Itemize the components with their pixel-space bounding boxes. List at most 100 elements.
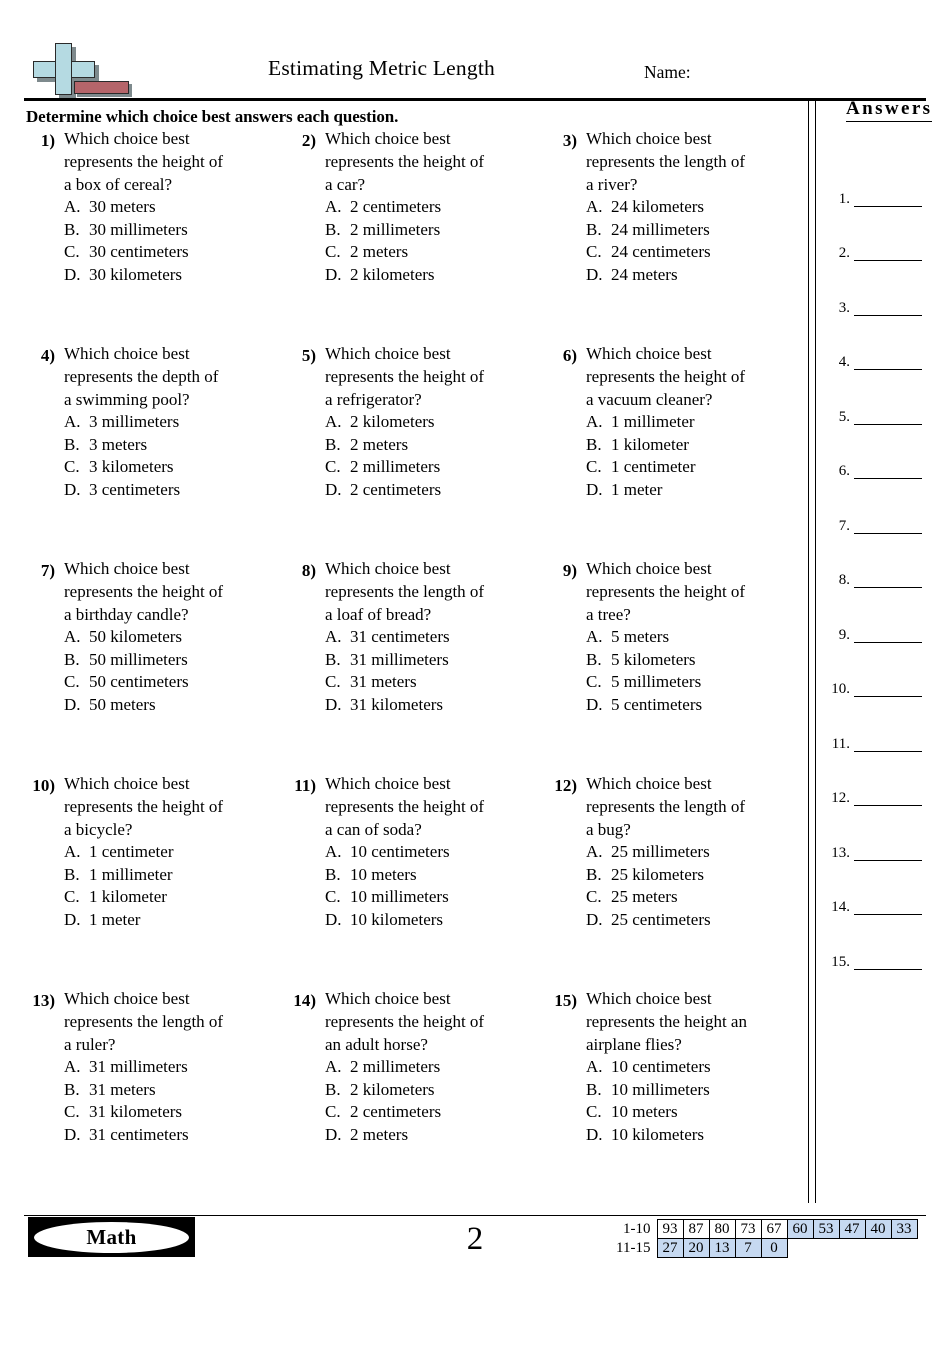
choice-option[interactable]: D. 25 centimeters	[586, 909, 807, 932]
choice-option[interactable]: A. 31 centimeters	[325, 626, 546, 649]
choice-option[interactable]: B. 24 millimeters	[586, 219, 807, 242]
choice-letter: A.	[586, 627, 603, 647]
choice-option[interactable]: A. 30 meters	[64, 196, 285, 219]
answer-blank-line[interactable]	[854, 793, 922, 806]
choice-option[interactable]: A. 31 millimeters	[64, 1056, 285, 1079]
choice-text: 5 kilometers	[611, 649, 696, 669]
name-field-label: Name:	[644, 62, 691, 82]
choice-option[interactable]: B. 2 kilometers	[325, 1079, 546, 1102]
choice-option[interactable]: A. 50 kilometers	[64, 626, 285, 649]
choice-option[interactable]: B. 1 millimeter	[64, 864, 285, 887]
choice-option[interactable]: B. 5 kilometers	[586, 649, 807, 672]
choice-letter: A.	[586, 1057, 603, 1077]
choice-text: 10 meters	[350, 864, 417, 884]
question-body: Which choice best represents the height …	[325, 988, 546, 1146]
score-cell: 80	[708, 1219, 736, 1239]
choice-option[interactable]: B. 3 meters	[64, 434, 285, 457]
answer-blank-line[interactable]	[854, 248, 922, 261]
choice-option[interactable]: C. 2 meters	[325, 241, 546, 264]
choice-option[interactable]: B. 2 millimeters	[325, 219, 546, 242]
choice-option[interactable]: C. 2 centimeters	[325, 1101, 546, 1124]
choice-text: 24 meters	[611, 264, 678, 284]
answer-blank-line[interactable]	[854, 194, 922, 207]
answer-blank-line[interactable]	[854, 521, 922, 534]
choice-option[interactable]: D. 2 kilometers	[325, 264, 546, 287]
score-cell: 40	[864, 1219, 892, 1239]
choice-option[interactable]: D. 1 meter	[64, 909, 285, 932]
answer-blank-line[interactable]	[854, 848, 922, 861]
choice-option[interactable]: C. 25 meters	[586, 886, 807, 909]
choice-option[interactable]: D. 24 meters	[586, 264, 807, 287]
choice-option[interactable]: A. 10 centimeters	[586, 1056, 807, 1079]
choice-option[interactable]: D. 10 kilometers	[586, 1124, 807, 1147]
choice-letter: D.	[586, 909, 603, 929]
choice-option[interactable]: A. 25 millimeters	[586, 841, 807, 864]
answer-number: 9.	[838, 626, 850, 643]
choice-option[interactable]: A. 5 meters	[586, 626, 807, 649]
choice-option[interactable]: D. 31 centimeters	[64, 1124, 285, 1147]
choice-option[interactable]: B. 30 millimeters	[64, 219, 285, 242]
choice-option[interactable]: A. 10 centimeters	[325, 841, 546, 864]
choice-option[interactable]: A. 1 millimeter	[586, 411, 807, 434]
choice-option[interactable]: C. 3 kilometers	[64, 456, 285, 479]
choice-letter: A.	[325, 197, 342, 217]
choice-option[interactable]: D. 31 kilometers	[325, 694, 546, 717]
choice-option[interactable]: D. 50 meters	[64, 694, 285, 717]
choice-option[interactable]: D. 30 kilometers	[64, 264, 285, 287]
choice-option[interactable]: D. 10 kilometers	[325, 909, 546, 932]
choice-option[interactable]: A. 2 millimeters	[325, 1056, 546, 1079]
answer-blank-line[interactable]	[854, 357, 922, 370]
question-prompt: Which choice best represents the length …	[586, 129, 746, 194]
choice-option[interactable]: B. 2 meters	[325, 434, 546, 457]
choice-option[interactable]: B. 10 millimeters	[586, 1079, 807, 1102]
choice-letter: A.	[586, 842, 603, 862]
choice-option[interactable]: A. 2 centimeters	[325, 196, 546, 219]
choice-option[interactable]: B. 50 millimeters	[64, 649, 285, 672]
answer-blank-line[interactable]	[854, 412, 922, 425]
choice-option[interactable]: A. 3 millimeters	[64, 411, 285, 434]
choice-option[interactable]: B. 31 millimeters	[325, 649, 546, 672]
answer-blank-line[interactable]	[854, 303, 922, 316]
choice-option[interactable]: D. 5 centimeters	[586, 694, 807, 717]
choice-option[interactable]: C. 10 millimeters	[325, 886, 546, 909]
answer-blank-line[interactable]	[854, 684, 922, 697]
answer-blank-line[interactable]	[854, 739, 922, 752]
choice-option[interactable]: C. 24 centimeters	[586, 241, 807, 264]
choice-option[interactable]: B. 31 meters	[64, 1079, 285, 1102]
choice-option[interactable]: C. 31 kilometers	[64, 1101, 285, 1124]
choice-option[interactable]: C. 50 centimeters	[64, 671, 285, 694]
choice-option[interactable]: B. 1 kilometer	[586, 434, 807, 457]
choice-option[interactable]: B. 25 kilometers	[586, 864, 807, 887]
choice-option[interactable]: C. 1 centimeter	[586, 456, 807, 479]
choice-option[interactable]: A. 2 kilometers	[325, 411, 546, 434]
answer-blank-line[interactable]	[854, 902, 922, 915]
question-body: Which choice best represents the length …	[325, 558, 546, 716]
choice-option[interactable]: A. 1 centimeter	[64, 841, 285, 864]
answer-blank-line[interactable]	[854, 630, 922, 643]
choice-text: 31 millimeters	[89, 1057, 188, 1077]
answer-blank-line[interactable]	[854, 575, 922, 588]
choice-option[interactable]: C. 5 millimeters	[586, 671, 807, 694]
choice-option[interactable]: D. 3 centimeters	[64, 479, 285, 502]
choice-option[interactable]: C. 10 meters	[586, 1101, 807, 1124]
answer-number: 10.	[831, 681, 850, 697]
choice-option[interactable]: C. 1 kilometer	[64, 886, 285, 909]
answer-blank-line[interactable]	[854, 466, 922, 479]
choice-option[interactable]: A. 24 kilometers	[586, 196, 807, 219]
choice-letter: B.	[64, 864, 80, 884]
question-prompt: Which choice best represents the height …	[586, 559, 746, 624]
choice-option[interactable]: C. 31 meters	[325, 671, 546, 694]
choice-option[interactable]: D. 2 meters	[325, 1124, 546, 1147]
choice-text: 2 kilometers	[350, 1079, 435, 1099]
choice-option[interactable]: B. 10 meters	[325, 864, 546, 887]
choice-option[interactable]: C. 2 millimeters	[325, 456, 546, 479]
score-table-row: 11-15 27 20 13 7 0	[611, 1238, 917, 1258]
choice-text: 2 centimeters	[350, 479, 442, 499]
choice-option[interactable]: D. 1 meter	[586, 479, 807, 502]
choice-option[interactable]: C. 30 centimeters	[64, 241, 285, 264]
answer-number: 7.	[838, 517, 850, 534]
choice-option[interactable]: D. 2 centimeters	[325, 479, 546, 502]
choice-text: 10 centimeters	[350, 842, 450, 862]
answer-blank-line[interactable]	[854, 957, 922, 970]
choice-text: 2 millimeters	[350, 219, 441, 239]
